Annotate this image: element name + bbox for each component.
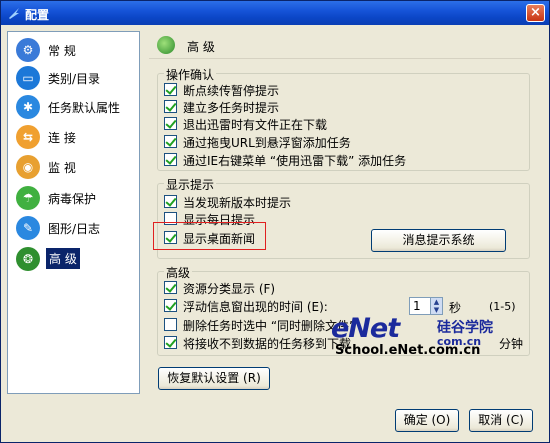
gear-icon: ✱ — [16, 95, 40, 119]
checkbox[interactable] — [164, 135, 177, 148]
sidebar-item-label: 任务默认属性 — [48, 101, 121, 115]
window-title: 配置 — [25, 8, 50, 22]
sidebar-item-label: 类别/目录 — [48, 72, 101, 86]
config-window: 配置 × ⚙ 常 规 ▭ 类别/目录 ✱ 任务默认属性 ⇆ 连 接 ◉ 监 视 … — [0, 0, 550, 443]
monitor-icon: ◉ — [16, 155, 40, 179]
sidebar-item-monitor[interactable]: ◉ 监 视 — [12, 153, 136, 181]
sidebar-item-label: 图形/日志 — [48, 222, 101, 236]
settings-icon: ⚙ — [16, 38, 40, 62]
sidebar-item-virus[interactable]: ☂ 病毒保护 — [12, 184, 136, 212]
sidebar-item-label: 病毒保护 — [48, 192, 97, 206]
checkbox-label: 通过IE右键菜单 “使用迅雷下载” 添加任务 — [183, 154, 407, 168]
watermark-school: School.eNet.com.cn — [335, 343, 481, 358]
group-title: 高级 — [164, 264, 193, 281]
checkbox-label: 断点续传暂停提示 — [183, 84, 280, 98]
checkbox[interactable] — [164, 100, 177, 113]
checkbox[interactable] — [164, 281, 177, 294]
connection-icon: ⇆ — [16, 125, 40, 149]
sidebar-item-category[interactable]: ▭ 类别/目录 — [12, 64, 136, 92]
sidebar-item-advanced[interactable]: ❂ 高 级 — [12, 245, 136, 273]
checkbox[interactable] — [164, 83, 177, 96]
sidebar-item-general[interactable]: ⚙ 常 规 — [12, 36, 136, 64]
checkbox[interactable] — [164, 336, 177, 349]
enet-watermark: eNet 硅谷学院 com.cn School.eNet.com.cn — [319, 313, 529, 361]
page-title: 高 级 — [187, 40, 215, 54]
restore-defaults-button[interactable]: 恢复默认设置 (R) — [158, 367, 270, 390]
checkbox-label: 浮动信息窗出现的时间 (E): — [183, 300, 328, 314]
close-button[interactable]: × — [526, 4, 545, 22]
sidebar-item-connection[interactable]: ⇆ 连 接 — [12, 123, 136, 151]
advanced-icon: ❂ — [16, 247, 40, 271]
sidebar-item-label: 连 接 — [48, 131, 76, 145]
checkbox[interactable] — [164, 195, 177, 208]
sidebar-item-task-defaults[interactable]: ✱ 任务默认属性 — [12, 93, 136, 121]
confirm-group: 操作确认 断点续传暂停提示 建立多任务时提示 退出迅雷时有文件正在下载 通过拖曳… — [157, 66, 530, 171]
sidebar-item-label: 高 级 — [46, 248, 80, 269]
watermark-cn: 硅谷学院 — [437, 320, 493, 336]
checkbox[interactable] — [164, 153, 177, 166]
highlight-frame — [153, 222, 266, 250]
ok-button[interactable]: 确定 (O) — [395, 409, 459, 432]
checkbox-label: 通过拖曳URL到悬浮窗添加任务 — [183, 136, 351, 150]
spin-up-icon[interactable]: ▲ — [430, 298, 442, 306]
title-bar[interactable]: 配置 × — [1, 1, 549, 25]
watermark-logo: eNet — [331, 313, 400, 344]
group-title: 操作确认 — [164, 66, 217, 83]
category-sidebar: ⚙ 常 规 ▭ 类别/目录 ✱ 任务默认属性 ⇆ 连 接 ◉ 监 视 ☂ 病毒保… — [7, 31, 140, 394]
spinner-value: 1 — [413, 299, 421, 313]
group-title: 显示提示 — [164, 176, 217, 193]
checkbox-label: 当发现新版本时提示 — [183, 196, 292, 210]
cancel-button[interactable]: 取消 (C) — [469, 409, 533, 432]
spinner-range: (1-5) — [489, 300, 516, 313]
log-icon: ✎ — [16, 216, 40, 240]
sidebar-item-label: 常 规 — [48, 44, 76, 58]
folder-icon: ▭ — [16, 66, 40, 90]
checkbox-label: 建立多任务时提示 — [183, 101, 280, 115]
checkbox[interactable] — [164, 299, 177, 312]
checkbox[interactable] — [164, 117, 177, 130]
message-system-button[interactable]: 消息提示系统 — [371, 229, 506, 252]
sidebar-item-label: 监 视 — [48, 161, 76, 175]
checkbox-label: 资源分类显示 (F) — [183, 282, 276, 296]
page-header: 高 级 — [149, 33, 541, 59]
app-icon — [9, 8, 19, 19]
advanced-icon — [157, 36, 175, 54]
virus-protection-icon: ☂ — [16, 186, 40, 210]
sidebar-item-log[interactable]: ✎ 图形/日志 — [12, 214, 136, 242]
checkbox[interactable] — [164, 318, 177, 331]
checkbox-label: 退出迅雷时有文件正在下载 — [183, 118, 328, 132]
